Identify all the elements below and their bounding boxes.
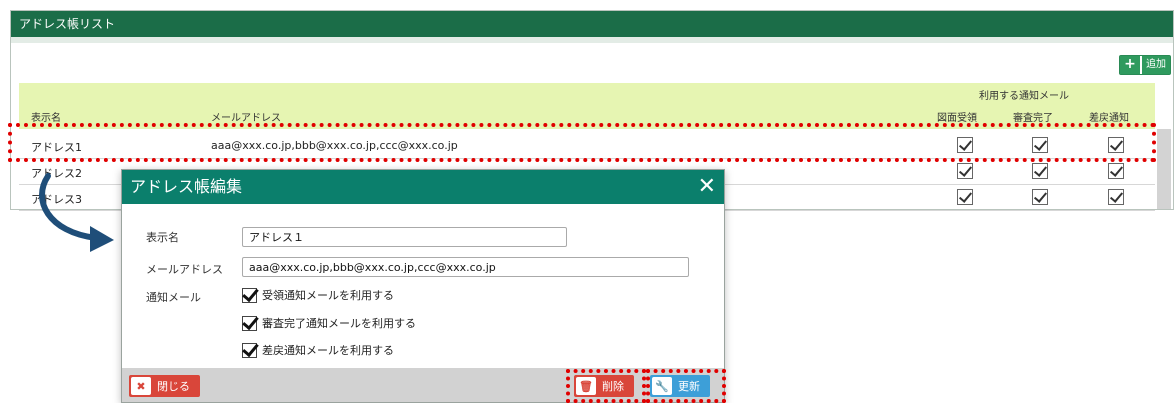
row-checkbox-review[interactable] <box>1032 189 1048 205</box>
option-review[interactable]: 審査完了通知メールを利用する <box>242 315 416 331</box>
panel-title: アドレス帳リスト <box>11 11 1173 37</box>
x-icon: ✖ <box>131 377 151 395</box>
email-input[interactable] <box>242 257 689 277</box>
email-label: メールアドレス <box>146 263 223 276</box>
checkbox-return[interactable] <box>242 342 257 358</box>
row-checkbox-return[interactable] <box>1108 189 1124 205</box>
option-return-label: 差戻通知メールを利用する <box>262 344 394 357</box>
panel-stripe <box>11 37 1173 43</box>
col-review-complete: 審査完了 <box>1013 113 1053 124</box>
dialog-title-bar: アドレス帳編集 ✕ <box>122 170 724 204</box>
option-received[interactable]: 受領通知メールを利用する <box>242 287 394 303</box>
display-name-input[interactable] <box>242 227 567 247</box>
edit-dialog: アドレス帳編集 ✕ 表示名 メールアドレス 通知メール 受領通知メールを利用する… <box>121 169 725 403</box>
delete-highlight-frame <box>566 369 646 403</box>
option-review-label: 審査完了通知メールを利用する <box>262 317 416 330</box>
checkbox-received[interactable] <box>242 287 257 303</box>
notify-mail-label: 通知メール <box>146 291 201 304</box>
close-button-label: 閉じる <box>157 380 190 393</box>
close-button[interactable]: ✖ 閉じる <box>129 375 200 397</box>
dialog-title: アドレス帳編集 <box>130 177 243 196</box>
add-button-label: 追加 <box>1142 56 1170 74</box>
row-checkbox-return[interactable] <box>1108 163 1124 179</box>
col-display-name: 表示名 <box>31 113 61 124</box>
close-icon[interactable]: ✕ <box>698 170 716 204</box>
option-return[interactable]: 差戻通知メールを利用する <box>242 342 394 358</box>
table-scrollbar[interactable] <box>1157 129 1171 209</box>
display-name-label: 表示名 <box>146 231 179 244</box>
row-highlight-frame <box>8 123 1156 162</box>
curved-arrow-icon <box>39 173 114 252</box>
col-email: メールアドレス <box>211 113 281 124</box>
col-return-notice: 差戻通知 <box>1089 113 1129 124</box>
col-drawing-received: 図面受領 <box>937 113 977 124</box>
row-checkbox-received[interactable] <box>957 189 973 205</box>
add-button[interactable]: + 追加 <box>1119 55 1171 75</box>
option-received-label: 受領通知メールを利用する <box>262 289 394 302</box>
update-highlight-frame <box>646 369 726 403</box>
plus-icon: + <box>1120 56 1140 74</box>
checkbox-review[interactable] <box>242 315 257 331</box>
group-header: 利用する通知メール <box>979 91 1069 102</box>
row-checkbox-received[interactable] <box>957 163 973 179</box>
row-checkbox-review[interactable] <box>1032 163 1048 179</box>
